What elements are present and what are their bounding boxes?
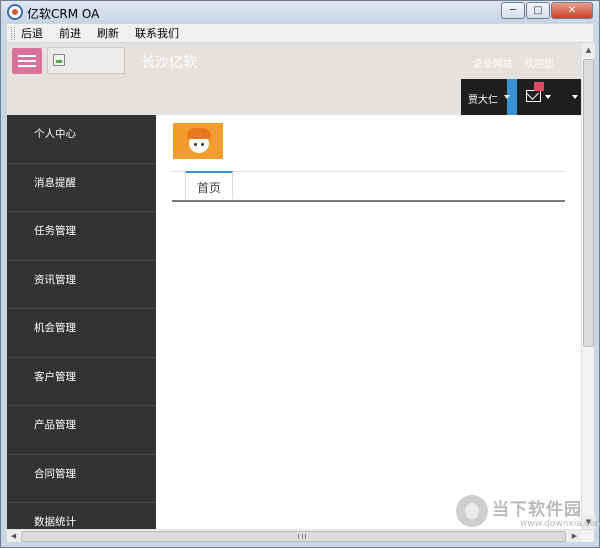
hamburger-line: [18, 65, 36, 67]
more-options-chevron-icon[interactable]: [572, 95, 578, 99]
sidebar-nav: 个人中心 消息提醒 任务管理 资讯管理 机会管理 客户管理 产品管理 合同管理 …: [7, 115, 156, 529]
sidebar-item-personal-center[interactable]: 个人中心: [7, 115, 156, 164]
minimize-button[interactable]: ─: [501, 2, 525, 19]
refresh-menu-item[interactable]: 刷新: [97, 25, 119, 41]
vertical-scroll-thumb[interactable]: [583, 59, 594, 347]
sidebar-item-contracts[interactable]: 合同管理: [7, 455, 156, 503]
welcome-text: 欢迎您: [524, 59, 554, 70]
scroll-up-arrow-icon[interactable]: ▲: [582, 43, 595, 57]
watermark-text: 当下软件园: [492, 500, 582, 520]
page-header: 长沙亿软 企业网站 欢迎您 贾大仁: [7, 43, 581, 115]
chevron-down-icon: [545, 95, 551, 99]
watermark: 当下软件园 www.downxia.com: [456, 493, 600, 539]
watermark-url: www.downxia.com: [520, 519, 600, 529]
sidebar-item-opportunities[interactable]: 机会管理: [7, 309, 156, 358]
scroll-left-arrow-icon[interactable]: ◀: [7, 530, 20, 542]
sidebar-item-statistics[interactable]: 数据统计: [7, 503, 156, 529]
unread-badge: [534, 82, 544, 91]
forward-menu-item[interactable]: 前进: [59, 25, 81, 41]
avatar-eye: [194, 143, 197, 146]
user-avatar[interactable]: [173, 123, 223, 159]
web-view: 长沙亿软 企业网站 欢迎您 贾大仁 个人中心 消息提醒 任务管理 资讯管理 机会…: [7, 43, 581, 529]
chevron-down-icon: [504, 95, 510, 99]
grip-icon: [298, 534, 306, 539]
avatar-eye: [201, 143, 204, 146]
user-name: 贾大仁: [468, 95, 498, 106]
sidebar-item-products[interactable]: 产品管理: [7, 406, 156, 455]
window-controls: ─ □ ✕: [501, 2, 593, 19]
app-logo-icon: [7, 4, 23, 20]
toolbar-grip-icon: [11, 26, 15, 40]
sidebar-item-news[interactable]: 资讯管理: [7, 261, 156, 309]
mail-icon: [526, 90, 541, 102]
hamburger-line: [18, 55, 36, 57]
broken-image-icon: [53, 54, 65, 66]
close-button[interactable]: ✕: [551, 2, 593, 19]
main-content: 首页: [156, 115, 581, 529]
sidebar-item-tasks[interactable]: 任务管理: [7, 212, 156, 261]
tab-home[interactable]: 首页: [185, 171, 233, 199]
menu-toggle-button[interactable]: [12, 48, 42, 74]
vertical-scrollbar[interactable]: ▲ ▼: [581, 43, 595, 529]
app-window: 亿软CRM OA ─ □ ✕ 后退 前进 刷新 联系我们 长沙亿软 企业网站 欢…: [0, 0, 600, 548]
brand-name: 长沙亿软: [141, 55, 197, 71]
company-logo: [47, 47, 125, 74]
sidebar-item-notifications[interactable]: 消息提醒: [7, 164, 156, 212]
company-site-link[interactable]: 企业网站: [473, 55, 513, 70]
window-title: 亿软CRM OA: [27, 7, 100, 21]
messages-dropdown[interactable]: [517, 79, 581, 115]
title-bar: 亿软CRM OA ─ □ ✕: [1, 1, 599, 23]
back-menu-item[interactable]: 后退: [21, 25, 43, 41]
avatar-hair: [187, 128, 211, 139]
watermark-logo-icon: [456, 495, 488, 527]
hamburger-line: [18, 60, 36, 62]
menu-bar: 后退 前进 刷新 联系我们: [7, 24, 593, 43]
contact-menu-item[interactable]: 联系我们: [135, 25, 179, 41]
user-dropdown[interactable]: 贾大仁: [461, 79, 517, 115]
maximize-button[interactable]: □: [526, 2, 550, 19]
sidebar-item-customers[interactable]: 客户管理: [7, 358, 156, 406]
tab-divider: [172, 200, 565, 202]
